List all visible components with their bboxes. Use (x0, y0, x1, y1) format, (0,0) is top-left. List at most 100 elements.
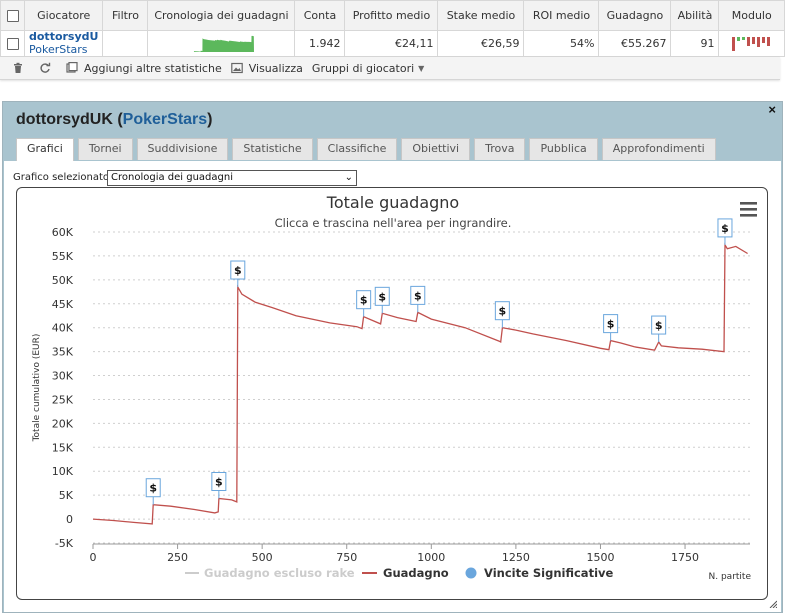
form-bar (741, 36, 745, 40)
column-header-profitto-medio[interactable]: Profitto medio (344, 0, 439, 31)
add-stats-button[interactable]: Aggiungi altre statistiche (66, 62, 222, 75)
hamburger-menu-icon (740, 208, 757, 211)
select-all-checkbox-cell[interactable] (0, 0, 25, 31)
form-chart (731, 36, 770, 51)
y-tick-label: 60K (52, 226, 74, 239)
table-toolbar: Aggiungi altre statistiche Visualizza Gr… (0, 57, 780, 80)
y-tick-label: 35K (52, 346, 74, 359)
form-bar (766, 36, 770, 46)
x-tick-label: 1500 (586, 551, 614, 564)
image-icon (230, 62, 243, 74)
tab-classifiche[interactable]: Classifiche (316, 138, 398, 160)
flag-label: $ (721, 222, 729, 235)
panel-tabs: Grafici Tornei Suddivisione Statistiche Clas… (16, 138, 720, 161)
tab-grafici[interactable]: Grafici (16, 138, 74, 161)
flag-label: $ (499, 305, 507, 318)
chart-subtitle: Clicca e trascina nell'area per ingrandi… (275, 216, 512, 230)
row-checkbox[interactable] (6, 38, 19, 50)
abilita-value: 91 (670, 30, 720, 57)
x-tick-label: 750 (336, 551, 357, 564)
delete-button[interactable] (12, 62, 30, 74)
y-tick-label: 5K (59, 489, 74, 502)
modulo-cell (718, 30, 785, 57)
chart-select[interactable]: Cronologia dei guadagni ⌄ (107, 170, 357, 186)
trash-icon (14, 62, 22, 73)
flag-label: $ (149, 482, 157, 495)
column-header-stake-medio[interactable]: Stake medio (437, 0, 525, 31)
form-bar (761, 36, 765, 43)
resize-handle-icon[interactable] (769, 600, 777, 608)
column-header-roi-medio[interactable]: ROI medio (523, 0, 600, 31)
y-tick-label: 45K (52, 298, 74, 311)
tab-approfondimenti[interactable]: Approfondimenti (601, 138, 716, 160)
select-all-checkbox[interactable] (6, 10, 19, 22)
player-name-link[interactable]: dottorsydU (29, 31, 98, 43)
view-button[interactable]: Visualizza (230, 62, 303, 75)
y-tick-label: 55K (52, 250, 74, 263)
y-tick-label: 25K (52, 393, 74, 406)
add-columns-icon (66, 62, 78, 73)
flag-label: $ (607, 318, 615, 331)
column-header-abilita[interactable]: Abilità (670, 0, 720, 31)
y-tick-label: -5K (55, 537, 74, 550)
x-tick-label: 0 (90, 551, 97, 564)
close-icon[interactable]: × (768, 102, 776, 117)
sparkline-cell (147, 30, 296, 57)
column-header-guadagno[interactable]: Guadagno (598, 0, 672, 31)
player-panel: dottorsydUK (PokerStars) × Grafici Tornei… (2, 101, 783, 613)
chart-select-label: Grafico selezionato (13, 172, 110, 183)
x-tick-label: 1250 (502, 551, 530, 564)
form-bar (736, 36, 740, 41)
add-stats-label: Aggiungi altre statistiche (84, 61, 222, 75)
column-header-conta[interactable]: Conta (294, 0, 346, 31)
refresh-icon (40, 62, 51, 73)
legend-label-rake: Guadagno escluso rake (204, 566, 355, 580)
guadagno-value: €55.267 (598, 30, 672, 57)
tab-statistiche[interactable]: Statistiche (232, 138, 313, 160)
tab-suddivisione[interactable]: Suddivisione (136, 138, 229, 160)
chart-title: Totale guadagno (326, 193, 459, 212)
chevron-down-icon: ⌄ (344, 172, 353, 183)
y-tick-label: 50K (52, 274, 74, 287)
panel-title: dottorsydUK (PokerStars) (16, 111, 213, 128)
form-bar (746, 36, 750, 46)
form-bar (731, 36, 735, 51)
player-cell: dottorsydU PokerStars (23, 30, 104, 57)
sparkline-area (188, 35, 255, 52)
legend-label-significant-wins: Vincite Significative (484, 566, 614, 580)
panel-site-link[interactable]: PokerStars (123, 111, 208, 128)
flag-label: $ (234, 264, 242, 277)
tab-tornei[interactable]: Tornei (77, 138, 133, 160)
row-checkbox-cell[interactable] (0, 30, 25, 57)
column-header-modulo[interactable]: Modulo (718, 0, 785, 31)
column-header-cronologia[interactable]: Cronologia dei guadagni (147, 0, 296, 31)
player-site-link[interactable]: PokerStars (29, 43, 98, 56)
refresh-button[interactable] (39, 62, 57, 74)
chart-container[interactable]: Totale guadagno Clicca e trascina nell'ar… (16, 187, 768, 600)
player-groups-dropdown[interactable]: Gruppi di giocatori ▼ (312, 62, 424, 75)
legend-symbol-significant-wins (465, 567, 477, 579)
tab-pubblica[interactable]: Pubblica (529, 138, 598, 160)
y-tick-label: 10K (52, 465, 74, 478)
players-table: Giocatore Filtro Cronologia dei guadagni… (0, 0, 785, 57)
earnings-chart[interactable]: Totale guadagno Clicca e trascina nell'ar… (17, 188, 768, 600)
hamburger-menu-icon (740, 214, 757, 217)
x-tick-label: 1000 (417, 551, 445, 564)
chevron-down-icon: ▼ (418, 63, 425, 73)
column-header-filtro[interactable]: Filtro (102, 0, 149, 31)
x-axis-title: N. partite (709, 572, 752, 582)
tab-obiettivi[interactable]: Obiettivi (401, 138, 471, 160)
y-axis-title: Totale cumulativo (EUR) (32, 334, 42, 443)
table-header-row: Giocatore Filtro Cronologia dei guadagni… (0, 0, 785, 31)
filtro-cell (102, 30, 149, 57)
x-tick-label: 1750 (671, 551, 699, 564)
tab-trova[interactable]: Trova (474, 138, 526, 160)
column-header-giocatore[interactable]: Giocatore (23, 0, 104, 31)
conta-value: 1.942 (294, 30, 346, 57)
flag-label: $ (414, 289, 422, 302)
chart-select-value: Cronologia dei guadagni (111, 172, 233, 183)
flag-label: $ (378, 290, 386, 303)
flag-label: $ (360, 294, 368, 307)
y-tick-label: 40K (52, 322, 74, 335)
y-tick-label: 15K (52, 441, 74, 454)
